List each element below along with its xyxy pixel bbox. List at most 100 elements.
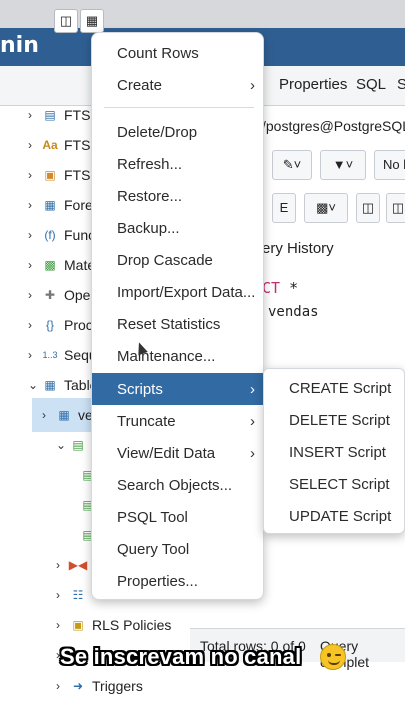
sql-line-1-rest: * (280, 279, 299, 297)
tree-item-materialized-views[interactable]: › ▩ Mater (28, 250, 100, 280)
chevron-right-icon[interactable]: › (28, 288, 42, 302)
commit-icon[interactable]: ◫ (356, 193, 380, 223)
menu-item-label: Scripts (117, 380, 163, 398)
tree-item-tables[interactable]: ⌄ ▦ Table (28, 370, 97, 400)
chevron-right-icon[interactable]: › (56, 618, 70, 632)
menu-item-label: Truncate (117, 412, 176, 430)
sequence-icon: 1..3 (42, 350, 58, 360)
sql-line-2[interactable]: vendas (268, 304, 319, 320)
chevron-right-icon[interactable]: › (28, 138, 42, 152)
chevron-right-icon: › (250, 76, 255, 94)
fts-dictionary-icon: ▤ (44, 108, 56, 122)
tree-item-indexes[interactable]: › ☷ (56, 580, 92, 610)
constraints-icon: ▶◀ (68, 558, 88, 572)
video-caption: Se inscrevam no canal (60, 644, 302, 669)
foreign-table-icon: ▦ (44, 198, 56, 212)
submenu-item-insert-script[interactable]: INSERT Script (264, 436, 404, 468)
chevron-right-icon[interactable]: › (28, 348, 42, 362)
chevron-down-icon[interactable]: ⌄ (56, 438, 70, 452)
tree-item-procedures[interactable]: › {} Proce (28, 310, 101, 340)
chevron-right-icon[interactable]: › (56, 588, 70, 602)
table-icon: ▦ (58, 408, 70, 422)
tree-item-triggers[interactable]: › ➜ Triggers (56, 671, 143, 701)
menu-item-label: PSQL Tool (117, 508, 188, 526)
rollback-icon[interactable]: ◫ (386, 193, 405, 223)
limit-select[interactable]: No l (374, 150, 405, 180)
menu-item-maintenance[interactable]: Maintenance... (92, 340, 263, 372)
menu-item-reset-statistics[interactable]: Reset Statistics (92, 308, 263, 340)
menu-item-label: Import/Export Data... (117, 283, 256, 301)
chevron-right-icon[interactable]: › (28, 168, 42, 182)
indexes-icon: ☷ (72, 588, 84, 602)
tree-item-functions[interactable]: › (f) Funct (28, 220, 99, 250)
function-icon: (f) (44, 228, 56, 242)
menu-item-delete-drop[interactable]: Delete/Drop (92, 116, 263, 148)
submenu-item-create-script[interactable]: CREATE Script (264, 372, 404, 404)
menu-item-backup[interactable]: Backup... (92, 212, 263, 244)
tab-sql[interactable]: SQL (356, 76, 386, 93)
sql-line-1[interactable]: CT * (262, 279, 298, 297)
tables-icon: ▦ (44, 378, 56, 392)
menu-item-properties[interactable]: Properties... (92, 565, 263, 597)
explain-analyze-icon[interactable]: ▩˅ (304, 193, 348, 223)
tab-statistics[interactable]: S (397, 76, 405, 93)
triggers-icon: ➜ (72, 679, 84, 693)
menu-item-create[interactable]: Create › (92, 69, 263, 101)
menu-item-label: Restore... (117, 187, 183, 205)
explain-icon[interactable]: E (272, 193, 296, 223)
menu-item-import-export-data[interactable]: Import/Export Data... (92, 276, 263, 308)
menu-item-refresh[interactable]: Refresh... (92, 148, 263, 180)
menu-item-restore[interactable]: Restore... (92, 180, 263, 212)
database-icon[interactable]: ◫ (54, 9, 78, 33)
query-history-tab[interactable]: ery History (262, 240, 334, 257)
menu-item-view-edit-data[interactable]: View/Edit Data › (92, 437, 263, 469)
edit-icon[interactable]: ✎˅ (272, 150, 312, 180)
menu-item-label: Search Objects... (117, 476, 233, 494)
tab-properties[interactable]: Properties (279, 76, 347, 93)
menu-divider (104, 107, 254, 108)
fts-template-icon: ▣ (44, 168, 56, 182)
columns-icon: ▤ (72, 438, 84, 452)
grid-icon[interactable]: ▦ (80, 9, 104, 33)
chevron-right-icon[interactable]: › (28, 108, 42, 122)
menu-item-scripts[interactable]: Scripts › (92, 373, 263, 405)
menu-item-count-rows[interactable]: Count Rows (92, 37, 263, 69)
menu-item-label: Query Tool (117, 540, 190, 558)
sql-keyword: CT (262, 279, 281, 297)
tree-item-columns[interactable]: ⌄ ▤ (56, 430, 92, 460)
chevron-right-icon[interactable]: › (28, 318, 42, 332)
submenu-item-update-script[interactable]: UPDATE Script (264, 500, 404, 532)
winking-face-icon (320, 644, 346, 670)
menu-item-label: Count Rows (117, 44, 199, 62)
submenu-item-delete-script[interactable]: DELETE Script (264, 404, 404, 436)
tree-item-rls-policies[interactable]: › ▣ RLS Policies (56, 610, 171, 640)
menu-item-label: Delete/Drop (117, 123, 198, 141)
operator-icon: ✚ (44, 288, 56, 302)
menu-item-label: View/Edit Data (117, 444, 216, 462)
procedure-icon: {} (45, 318, 54, 332)
chevron-right-icon[interactable]: › (42, 408, 56, 422)
filter-icon[interactable]: ▼˅ (320, 150, 366, 180)
chevron-right-icon[interactable]: › (56, 679, 70, 693)
submenu-item-select-script[interactable]: SELECT Script (264, 468, 404, 500)
menu-item-psql-tool[interactable]: PSQL Tool (92, 501, 263, 533)
connection-path: /postgres@PostgreSQL (262, 118, 405, 134)
tree-item-label: RLS Policies (92, 617, 172, 633)
menu-item-drop-cascade[interactable]: Drop Cascade (92, 244, 263, 276)
app-brand: nin (0, 33, 39, 58)
menu-item-label: Reset Statistics (117, 315, 221, 333)
chevron-right-icon[interactable]: › (28, 198, 42, 212)
menu-item-truncate[interactable]: Truncate › (92, 405, 263, 437)
lock-icon: ▣ (72, 618, 84, 632)
menu-item-search-objects[interactable]: Search Objects... (92, 469, 263, 501)
context-menu: Count Rows Create › Delete/Drop Refresh..… (91, 32, 264, 600)
menu-item-label: Refresh... (117, 155, 183, 173)
fts-parser-icon: Aa (42, 138, 58, 152)
menu-item-query-tool[interactable]: Query Tool (92, 533, 263, 565)
menu-item-label: Create (117, 76, 163, 94)
chevron-down-icon[interactable]: ⌄ (28, 378, 42, 392)
menu-item-label: Properties... (117, 572, 198, 590)
tree-item-constraints[interactable]: › ▶◀ (56, 550, 92, 580)
chevron-right-icon[interactable]: › (28, 258, 42, 272)
chevron-right-icon[interactable]: › (28, 228, 42, 242)
